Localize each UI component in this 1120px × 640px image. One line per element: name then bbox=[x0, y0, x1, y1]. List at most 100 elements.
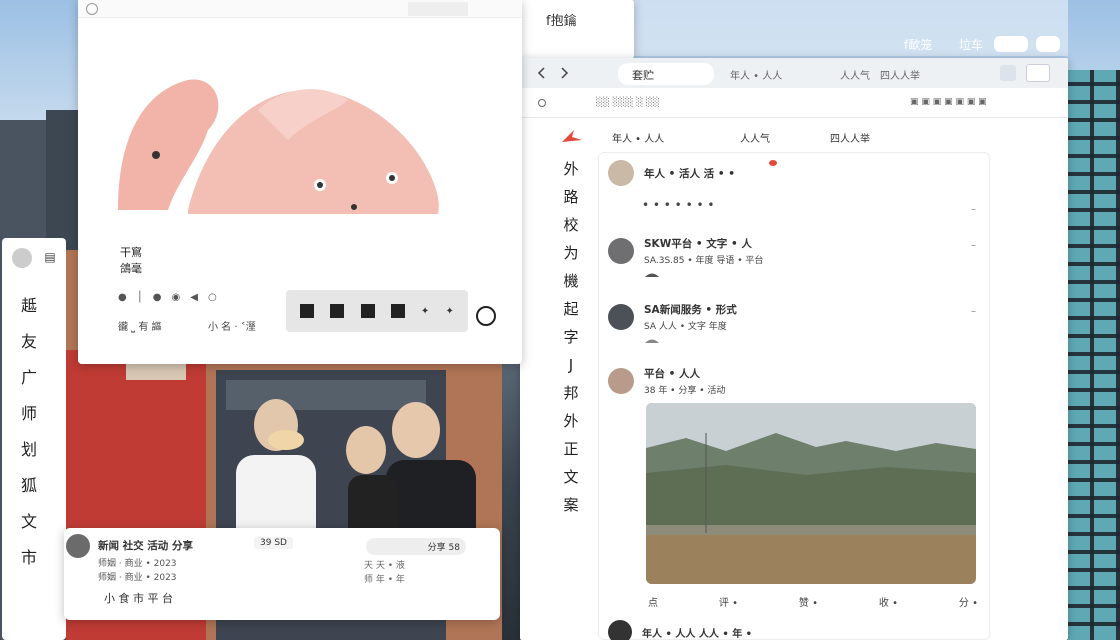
avatar[interactable] bbox=[608, 238, 634, 264]
feed-post[interactable]: 平台 • 人人 38 年 • 分享 • 活动 bbox=[608, 366, 980, 396]
avatar[interactable] bbox=[12, 248, 32, 268]
palette-swatch[interactable] bbox=[360, 304, 375, 318]
tool-icon[interactable]: ◉ bbox=[172, 292, 181, 303]
sidebar-item[interactable]: 趆 bbox=[6, 288, 52, 324]
post-text: SA.3S.85 • 年度 导语 • 平台 bbox=[644, 256, 764, 266]
avatar[interactable] bbox=[608, 620, 632, 640]
tool-icon[interactable]: ● bbox=[153, 292, 162, 303]
side-nav-item[interactable]: 为 bbox=[563, 242, 578, 264]
action-save[interactable]: 收 • bbox=[879, 594, 898, 609]
tab-bar: 套贮 年人 • 人人 人人气 四人人举 bbox=[520, 58, 1068, 88]
tab-active[interactable]: 套贮 bbox=[618, 63, 714, 85]
avatar[interactable] bbox=[66, 534, 90, 558]
window-icon[interactable] bbox=[86, 3, 98, 15]
small-window-title: f抱鑰 bbox=[546, 14, 577, 29]
palette-swatch[interactable] bbox=[330, 304, 345, 318]
nav-link[interactable]: 四人人举 bbox=[830, 130, 870, 145]
sidebar-item[interactable]: 狐 bbox=[6, 468, 52, 504]
feed-post[interactable]: SKW平台 • 文字 • 人 SA.3S.85 • 年度 导语 • 平台 – bbox=[608, 236, 980, 277]
forward-icon[interactable] bbox=[556, 65, 572, 81]
tab-item[interactable]: 年人 • 人人 bbox=[730, 67, 782, 82]
post-author[interactable]: SKW平台 • 文字 • 人 bbox=[644, 236, 763, 251]
tool-icon[interactable]: ○ bbox=[208, 292, 217, 303]
side-nav-item[interactable]: 字 bbox=[563, 326, 578, 348]
window-control-icon[interactable] bbox=[408, 2, 468, 16]
avatar[interactable] bbox=[608, 368, 634, 394]
side-nav-item[interactable]: 機 bbox=[563, 270, 578, 292]
tool-icon[interactable]: │ bbox=[137, 292, 143, 303]
sidebar-item[interactable]: 划 bbox=[6, 432, 52, 468]
share-pill[interactable]: 分享 58 bbox=[366, 538, 466, 555]
feed-post[interactable]: 年人 • 活人 活 • • • • • • • • • – bbox=[608, 160, 980, 215]
action-like[interactable]: 点 bbox=[648, 594, 658, 609]
side-nav-item[interactable]: 校 bbox=[563, 214, 578, 236]
sidebar-item[interactable]: 友 bbox=[6, 324, 52, 360]
record-button[interactable] bbox=[476, 306, 496, 326]
photo-info-card[interactable]: 新闻 社交 活动 分享 39 SD 师姻 · 商业 • 2023 师姻 · 商业… bbox=[64, 528, 500, 620]
nav-link[interactable]: 人人气 bbox=[740, 130, 770, 145]
window-control-icon[interactable] bbox=[1026, 64, 1050, 82]
feed-post[interactable]: 年人 • 人人 人人 • 年 • bbox=[608, 620, 752, 640]
post-author[interactable]: 平台 • 人人 bbox=[644, 366, 725, 381]
back-icon[interactable] bbox=[534, 65, 550, 81]
side-nav-item[interactable]: 正 bbox=[563, 438, 578, 460]
tab-item[interactable]: 人人气 bbox=[840, 67, 870, 82]
landscape-image bbox=[646, 403, 976, 584]
side-nav-item[interactable]: 文 bbox=[563, 466, 578, 488]
post-photo[interactable] bbox=[646, 403, 976, 584]
art-tool-text: 豅 ⎵ 有 謳 bbox=[118, 322, 162, 333]
art-tools: 干窵 鴿毫 ● │ ● ◉ ◀ ○ 豅 ⎵ 有 謳 小 名 · ˂溼 ✦ ✦ bbox=[78, 214, 522, 364]
avatar[interactable] bbox=[608, 160, 634, 186]
art-label: 鴿毫 bbox=[120, 262, 142, 275]
sidebar-item[interactable]: 市 bbox=[6, 540, 52, 576]
window-control-icon[interactable] bbox=[1000, 65, 1016, 81]
action-share[interactable]: 赞 • bbox=[799, 594, 818, 609]
side-nav-item[interactable]: 起 bbox=[563, 298, 578, 320]
left-sidebar: ▤ 趆 友 广 师 划 狐 文 市 bbox=[2, 238, 66, 640]
address-bar[interactable]: ░░ ░░░ ░ ░░ bbox=[596, 98, 716, 108]
tool-icon[interactable]: ● bbox=[118, 292, 127, 303]
post-author[interactable]: 年人 • 活人 活 • • bbox=[644, 166, 735, 181]
art-window: 干窵 鴿毫 ● │ ● ◉ ◀ ○ 豅 ⎵ 有 謳 小 名 · ˂溼 ✦ ✦ bbox=[78, 0, 522, 364]
tab-item[interactable]: 四人人举 bbox=[880, 67, 920, 82]
reply-icon[interactable] bbox=[644, 334, 660, 343]
palette-label: ✦ bbox=[420, 305, 430, 317]
nav-link[interactable]: 年人 • 人人 bbox=[612, 130, 664, 145]
palette-swatch[interactable] bbox=[390, 304, 405, 318]
action-more[interactable]: 分 • bbox=[959, 594, 978, 609]
post-author[interactable]: SA新闻服务 • 形式 bbox=[644, 302, 737, 317]
sidebar-item[interactable]: 广 bbox=[6, 360, 52, 396]
post-text: • • • • • • • bbox=[642, 198, 715, 212]
side-nav-item[interactable]: 外 bbox=[563, 158, 578, 180]
art-label: 干窵 bbox=[120, 246, 142, 259]
topbar-toggle[interactable] bbox=[1036, 36, 1060, 52]
post-text: SA 人人 • 文字 年度 bbox=[644, 322, 727, 332]
palette-swatch[interactable] bbox=[300, 304, 315, 318]
post-menu-icon[interactable]: – bbox=[971, 204, 976, 215]
photo-actions: 点 评 • 赞 • 收 • 分 • bbox=[648, 594, 978, 609]
side-nav-item[interactable]: 外 bbox=[563, 410, 578, 432]
side-nav-item[interactable]: 路 bbox=[563, 186, 578, 208]
action-comment[interactable]: 评 • bbox=[719, 594, 738, 609]
side-nav-item[interactable]: J bbox=[569, 354, 573, 376]
post-menu-icon[interactable]: – bbox=[971, 306, 976, 317]
sidebar-item[interactable]: 师 bbox=[6, 396, 52, 432]
feed-post[interactable]: SA新闻服务 • 形式 SA 人人 • 文字 年度 – bbox=[608, 302, 980, 343]
post-menu-icon[interactable]: – bbox=[971, 240, 976, 251]
toolbar-icons[interactable]: ▣ ▣ ▣ ▣ ▣ ▣ ▣ bbox=[910, 97, 987, 107]
card-title[interactable]: 新闻 社交 活动 分享 bbox=[98, 538, 193, 553]
menu-icon[interactable]: ▤ bbox=[44, 250, 56, 264]
sidebar-item[interactable]: 文 bbox=[6, 504, 52, 540]
avatar[interactable] bbox=[608, 304, 634, 330]
card-badge: 39 SD bbox=[254, 537, 293, 549]
side-nav-item[interactable]: 邦 bbox=[563, 382, 578, 404]
side-nav-item[interactable]: 案 bbox=[563, 494, 578, 516]
card-detail: 师 年 • 年 bbox=[364, 575, 405, 585]
card-caption: 小 食 市 平 台 bbox=[104, 592, 173, 605]
reply-icon[interactable] bbox=[644, 268, 660, 277]
tool-icon[interactable]: ◀ bbox=[190, 292, 198, 303]
art-window-titlebar bbox=[78, 0, 522, 18]
post-author[interactable]: 年人 • 人人 人人 • 年 • bbox=[642, 625, 752, 640]
topbar-toggle[interactable] bbox=[994, 36, 1028, 52]
home-icon[interactable] bbox=[538, 99, 546, 107]
